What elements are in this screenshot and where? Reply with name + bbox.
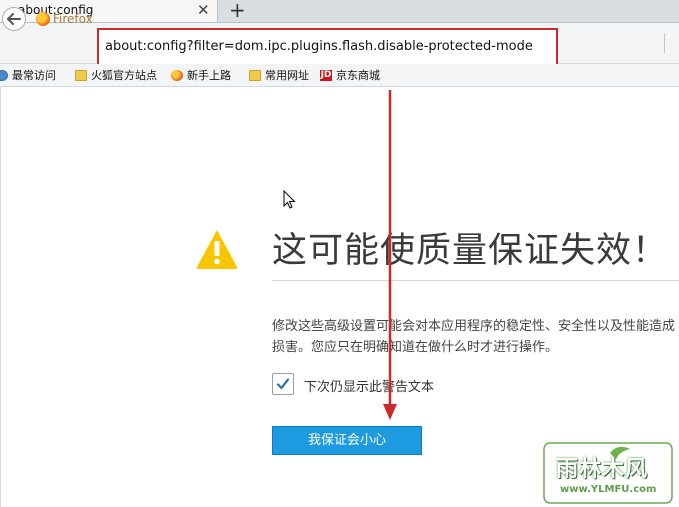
back-button[interactable]: [2, 7, 26, 31]
bookmark-getting-started[interactable]: 新手上路: [171, 67, 231, 83]
url-text[interactable]: about:config?filter=dom.ipc.plugins.flas…: [105, 39, 533, 54]
warning-description: 修改这些高级设置可能会对本应用程序的稳定性、安全性以及性能造成损害。您应只在明确…: [272, 319, 676, 355]
bookmark-jd-mall[interactable]: JD 京东商城: [320, 67, 380, 83]
bookmark-common-sites[interactable]: 常用网址: [249, 67, 309, 83]
show-warning-checkbox[interactable]: [272, 373, 294, 395]
url-bar[interactable]: about:config?filter=dom.ipc.plugins.flas…: [97, 28, 558, 67]
mouse-cursor-icon: [283, 190, 296, 209]
back-arrow-icon: [7, 13, 21, 25]
watermark-url: www.YLMFU.com: [560, 484, 657, 495]
bookmark-most-visited[interactable]: 最常访问: [0, 67, 56, 83]
globe-icon: [0, 69, 8, 81]
identity-box[interactable]: Firefox: [36, 12, 93, 26]
firefox-icon: [36, 12, 50, 26]
firefox-icon: [171, 69, 183, 81]
bookmark-label: 京东商城: [336, 69, 380, 82]
warning-icon: [196, 230, 238, 269]
accept-risk-button[interactable]: 我保证会小心: [272, 426, 422, 455]
warning-title: 这可能使质量保证失效！: [272, 231, 669, 271]
identity-label: Firefox: [53, 12, 93, 26]
show-warning-label[interactable]: 下次仍显示此警告文本: [304, 376, 434, 395]
title-divider: [272, 280, 679, 281]
bookmark-label: 火狐官方站点: [91, 69, 157, 82]
bookmark-label: 新手上路: [187, 69, 231, 82]
folder-icon: [75, 69, 87, 81]
new-tab-button[interactable]: +: [229, 0, 246, 22]
watermark-text: 雨林木风: [556, 457, 649, 482]
bookmark-label: 常用网址: [265, 69, 309, 82]
bookmark-firefox-official[interactable]: 火狐官方站点: [75, 67, 157, 83]
checkmark-icon: [276, 378, 290, 390]
folder-icon: [249, 69, 261, 81]
toolbar-divider: [664, 33, 665, 53]
tab-close-icon[interactable]: ✕: [197, 1, 210, 19]
jd-icon: JD: [320, 69, 332, 81]
bookmark-label: 最常访问: [12, 69, 56, 82]
